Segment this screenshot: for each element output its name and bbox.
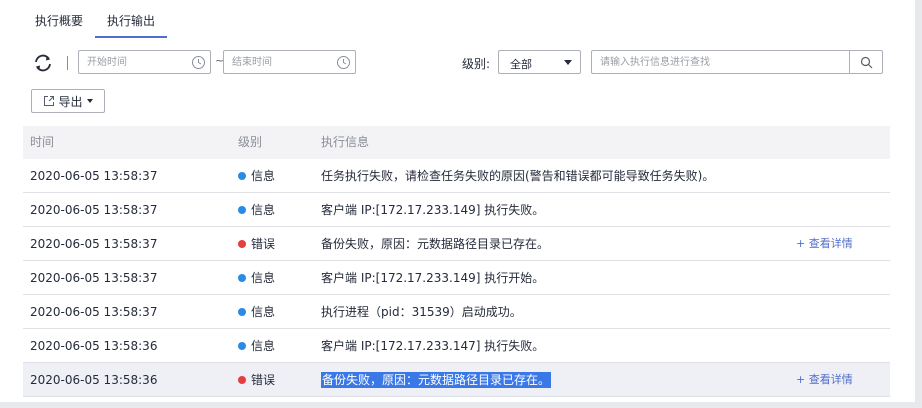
row-time: 2020-06-05 13:58:37: [30, 169, 158, 183]
search-box: [591, 50, 883, 74]
row-time: 2020-06-05 13:58:37: [30, 305, 158, 319]
export-icon: [44, 96, 55, 106]
row-level-text: 信息: [251, 305, 276, 319]
tab-execution-summary[interactable]: 执行概要: [23, 0, 95, 38]
row-level-text: 信息: [251, 203, 276, 217]
info-dot-icon: [238, 206, 246, 214]
table-row[interactable]: 2020-06-05 13:58:37 信息 执行进程（pid：31539）启动…: [23, 295, 890, 329]
export-label: 导出: [58, 94, 83, 109]
table-row[interactable]: 2020-06-05 13:58:37 信息 客户端 IP:[172.17.23…: [23, 193, 890, 227]
info-dot-icon: [238, 172, 246, 180]
row-level-text: 信息: [251, 271, 276, 285]
start-time-input[interactable]: [79, 51, 195, 73]
row-message: 客户端 IP:[172.17.233.149] 执行失败。: [321, 203, 545, 217]
row-level: 信息: [238, 329, 275, 363]
toolbar-divider: [67, 56, 68, 70]
row-message: 备份失败，原因：元数据路径目录已存在。: [321, 237, 550, 251]
row-time: 2020-06-05 13:58:37: [30, 271, 158, 285]
row-level: 错误: [238, 227, 275, 261]
row-level-text: 信息: [251, 169, 276, 183]
row-level-text: 错误: [251, 373, 276, 387]
header-time: 时间: [30, 135, 55, 149]
log-table: 时间 级别 执行信息 2020-06-05 13:58:37 信息 任务执行失败…: [23, 126, 890, 397]
info-dot-icon: [238, 308, 246, 316]
row-time: 2020-06-05 13:58:37: [30, 203, 158, 217]
row-message: 备份失败，原因：元数据路径目录已存在。: [321, 363, 552, 397]
search-input[interactable]: [592, 51, 863, 73]
row-message: 客户端 IP:[172.17.233.149] 执行开始。: [321, 271, 545, 285]
chevron-down-icon: [86, 99, 93, 103]
clock-icon: [337, 56, 350, 69]
row-level-text: 错误: [251, 237, 276, 251]
error-dot-icon: [238, 376, 246, 384]
row-time: 2020-06-05 13:58:37: [30, 237, 158, 251]
level-select-value: 全部: [510, 58, 532, 71]
table-row[interactable]: 2020-06-05 13:58:36 信息 客户端 IP:[172.17.23…: [23, 329, 890, 363]
view-details-link[interactable]: + 查看详情: [796, 227, 853, 261]
level-label: 级别:: [462, 57, 491, 71]
search-button[interactable]: [849, 51, 882, 73]
chevron-down-icon: [564, 60, 572, 65]
row-message: 客户端 IP:[172.17.233.147] 执行失败。: [321, 339, 545, 353]
row-time: 2020-06-05 13:58:36: [30, 339, 158, 353]
selected-text: 备份失败，原因：元数据路径目录已存在。: [321, 372, 552, 388]
clock-icon: [192, 56, 205, 69]
level-select[interactable]: 全部: [498, 50, 581, 74]
end-time-input[interactable]: [224, 51, 340, 73]
export-button[interactable]: 导出: [31, 89, 105, 113]
row-level: 信息: [238, 193, 275, 227]
row-level-text: 信息: [251, 339, 276, 353]
refresh-icon: [35, 54, 51, 72]
row-level: 错误: [238, 363, 275, 397]
table-row[interactable]: 2020-06-05 13:58:36 错误 备份失败，原因：元数据路径目录已存…: [23, 363, 890, 397]
start-time-picker[interactable]: [78, 50, 211, 74]
refresh-button[interactable]: [31, 50, 55, 76]
end-time-picker[interactable]: [223, 50, 356, 74]
row-level: 信息: [238, 261, 275, 295]
info-dot-icon: [238, 274, 246, 282]
table-row[interactable]: 2020-06-05 13:58:37 错误 备份失败，原因：元数据路径目录已存…: [23, 227, 890, 261]
row-level: 信息: [238, 159, 275, 193]
search-icon: [860, 56, 872, 68]
tab-execution-output[interactable]: 执行输出: [95, 0, 168, 38]
row-message: 执行进程（pid：31539）启动成功。: [321, 305, 522, 319]
error-dot-icon: [238, 240, 246, 248]
header-message: 执行信息: [321, 135, 370, 149]
execution-panel: 执行概要 执行输出 ~ 级别:: [0, 0, 915, 402]
tab-bar: 执行概要 执行输出: [23, 0, 168, 38]
table-row[interactable]: 2020-06-05 13:58:37 信息 客户端 IP:[172.17.23…: [23, 261, 890, 295]
view-details-link[interactable]: + 查看详情: [796, 363, 853, 397]
info-dot-icon: [238, 342, 246, 350]
filter-toolbar: ~ 级别: 全部: [31, 50, 883, 76]
row-time: 2020-06-05 13:58:36: [30, 373, 158, 387]
row-level: 信息: [238, 295, 275, 329]
table-row[interactable]: 2020-06-05 13:58:37 信息 任务执行失败，请检查任务失败的原因…: [23, 159, 890, 193]
row-message: 任务执行失败，请检查任务失败的原因(警告和错误都可能导致任务失败)。: [321, 169, 715, 183]
header-level: 级别: [238, 135, 263, 149]
table-header: 时间 级别 执行信息: [23, 126, 890, 159]
